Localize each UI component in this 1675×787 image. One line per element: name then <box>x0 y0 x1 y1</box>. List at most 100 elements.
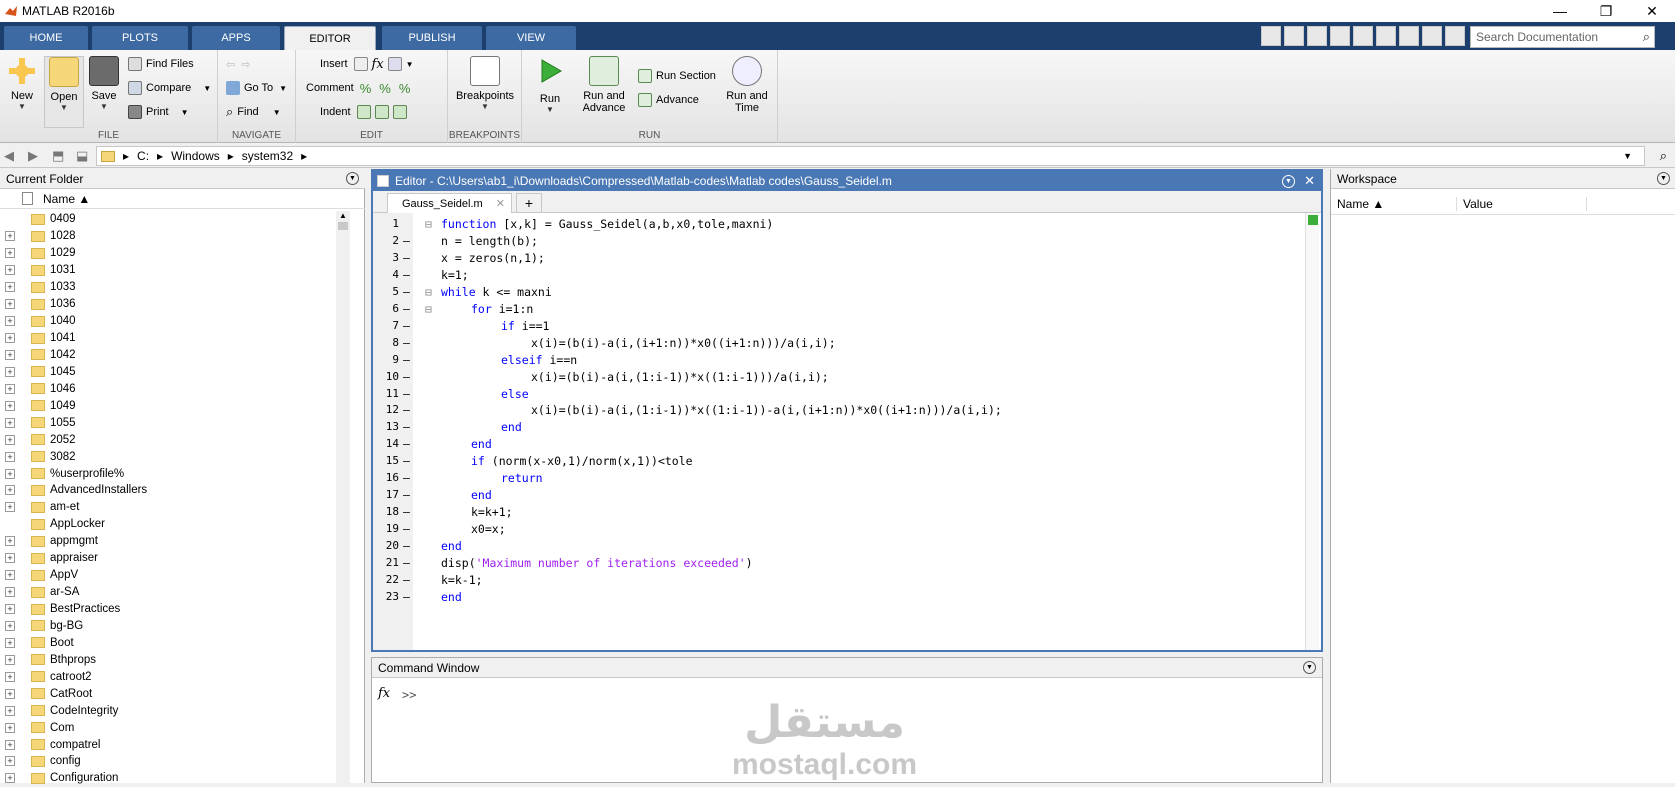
expand-icon[interactable]: + <box>5 316 15 327</box>
comment-button[interactable]: Comment % % % <box>306 78 410 98</box>
tab-view[interactable]: VIEW <box>486 26 576 50</box>
code-line[interactable]: 7– if i==1 <box>375 317 1280 335</box>
code-line[interactable]: 8– x(i)=(b(i)-a(i,(i+1:n))*x0((i+1:n)))/a… <box>375 334 1280 352</box>
breakpoint-marker[interactable]: – <box>403 554 410 572</box>
insert-section-icon[interactable] <box>353 57 368 71</box>
expand-icon[interactable]: + <box>5 417 15 428</box>
expand-icon[interactable]: + <box>5 265 15 276</box>
cut-icon[interactable] <box>1307 26 1327 46</box>
folder-row[interactable]: +1033 <box>0 279 350 296</box>
breakpoint-marker[interactable]: – <box>403 266 410 284</box>
search-documentation-input[interactable]: Search Documentation ⌕ <box>1470 26 1655 48</box>
advance-button[interactable]: Advance <box>638 90 699 110</box>
expand-icon[interactable]: + <box>5 451 15 462</box>
close-button[interactable]: ✕ <box>1629 0 1675 22</box>
code-line[interactable]: 10– x(i)=(b(i)-a(i,(1:i-1))*x((1:i-1)))/a… <box>375 368 1280 386</box>
quick-save-icon[interactable] <box>1284 26 1304 46</box>
redo-icon[interactable] <box>1399 26 1419 46</box>
expand-icon[interactable]: + <box>5 333 15 344</box>
expand-icon[interactable]: + <box>5 502 15 513</box>
expand-icon[interactable]: + <box>5 434 15 445</box>
copy-icon[interactable] <box>1330 26 1350 46</box>
expand-icon[interactable]: + <box>5 620 15 631</box>
breakpoint-marker[interactable]: – <box>403 435 410 453</box>
code-line[interactable]: 14– end <box>375 435 1280 453</box>
wrap-comments-icon[interactable]: % <box>399 81 411 96</box>
find-files-button[interactable]: Find Files <box>128 54 194 74</box>
code-line[interactable]: 5– ⊟ while k <= maxni <box>375 283 1280 301</box>
breakpoint-marker[interactable]: – <box>403 232 410 250</box>
code-line[interactable]: 19– x0=x; <box>375 520 1280 538</box>
quick-access-icon[interactable] <box>1261 26 1281 46</box>
breakpoint-marker[interactable]: – <box>403 401 410 419</box>
arrow-left-icon[interactable]: ⇦ <box>226 58 235 71</box>
folder-row[interactable]: +1042 <box>0 347 350 364</box>
print-button[interactable]: Print ▼ <box>128 102 189 122</box>
folder-row[interactable]: +1036 <box>0 296 350 313</box>
folder-row[interactable]: +1046 <box>0 380 350 397</box>
code-line[interactable]: 20– end <box>375 537 1280 555</box>
insert-cell-icon[interactable] <box>387 57 402 71</box>
tab-editor[interactable]: EDITOR <box>284 26 376 50</box>
tab-home[interactable]: HOME <box>4 26 88 50</box>
tab-plots[interactable]: PLOTS <box>92 26 188 50</box>
chevron-down-icon[interactable]: ▼ <box>406 60 414 69</box>
browse-folder-icon[interactable]: ⬓ <box>76 148 96 164</box>
decrease-indent-icon[interactable] <box>392 105 407 119</box>
path-separator-icon[interactable]: ▸ <box>301 149 307 163</box>
run-and-time-button[interactable]: Run and Time <box>722 56 772 128</box>
chevron-down-icon[interactable]: ▼ <box>1623 151 1632 161</box>
folder-row[interactable]: + CodeIntegrity <box>0 702 350 719</box>
maximize-button[interactable]: ❐ <box>1583 0 1629 22</box>
back-icon[interactable]: ◀ <box>4 148 24 164</box>
expand-icon[interactable]: + <box>5 705 15 716</box>
folder-row[interactable]: + config <box>0 753 350 770</box>
folder-row[interactable]: + BestPractices <box>0 601 350 618</box>
code-line[interactable]: 21– disp('Maximum number of iterations ex… <box>375 554 1280 572</box>
folder-row[interactable]: +1040 <box>0 313 350 330</box>
folder-row[interactable]: + AdvancedInstallers <box>0 482 350 499</box>
breakpoint-marker[interactable]: – <box>403 503 410 521</box>
code-line[interactable]: 2– n = length(b); <box>375 232 1280 250</box>
name-column-label[interactable]: Name ▲ <box>43 192 90 206</box>
up-folder-icon[interactable]: ⬒ <box>52 148 72 164</box>
panel-actions-icon[interactable]: ▼ <box>346 172 359 185</box>
new-button[interactable]: New ▼ <box>2 56 42 128</box>
run-and-advance-button[interactable]: Run and Advance <box>578 56 630 128</box>
panel-actions-icon[interactable]: ▼ <box>1303 661 1316 674</box>
expand-icon[interactable]: + <box>5 536 15 547</box>
expand-icon[interactable]: + <box>5 282 15 293</box>
path-segment[interactable]: system32 <box>242 149 293 163</box>
folder-row[interactable]: + Boot <box>0 634 350 651</box>
expand-icon[interactable]: + <box>5 637 15 648</box>
code-line[interactable]: 23– end <box>375 588 1280 606</box>
forward-icon[interactable]: ▶ <box>28 148 48 164</box>
comment-percent-icon[interactable]: % <box>360 81 372 96</box>
breakpoint-marker[interactable]: – <box>403 334 410 352</box>
tab-apps[interactable]: APPS <box>192 26 280 50</box>
expand-icon[interactable]: + <box>5 468 15 479</box>
breakpoint-marker[interactable]: – <box>403 520 410 538</box>
expand-icon[interactable]: + <box>5 366 15 377</box>
folder-row[interactable]: +1045 <box>0 363 350 380</box>
folder-row[interactable]: + Configuration <box>0 770 350 787</box>
search-icon[interactable]: ⌕ <box>1643 29 1650 45</box>
folder-row[interactable]: + appraiser <box>0 550 350 567</box>
minimize-button[interactable]: — <box>1537 0 1583 22</box>
expand-icon[interactable]: + <box>5 570 15 581</box>
folder-row[interactable]: AppLocker <box>0 516 350 533</box>
tab-publish[interactable]: PUBLISH <box>382 26 482 50</box>
insert-function-icon[interactable]: fx <box>372 57 384 72</box>
paste-icon[interactable] <box>1353 26 1373 46</box>
folder-row[interactable]: +1049 <box>0 397 350 414</box>
expand-icon[interactable]: + <box>5 231 15 242</box>
folder-row[interactable]: + Com <box>0 719 350 736</box>
switch-windows-icon[interactable] <box>1422 26 1442 46</box>
expand-icon[interactable]: + <box>5 299 15 310</box>
code-line[interactable]: 6– ⊟ for i=1:n <box>375 300 1280 318</box>
insert-button[interactable]: Insert fx ▼ <box>320 54 414 74</box>
code-line[interactable]: 17– end <box>375 486 1280 504</box>
expand-icon[interactable]: + <box>5 485 15 496</box>
expand-icon[interactable]: + <box>5 349 15 360</box>
breakpoint-marker[interactable]: – <box>403 249 410 267</box>
